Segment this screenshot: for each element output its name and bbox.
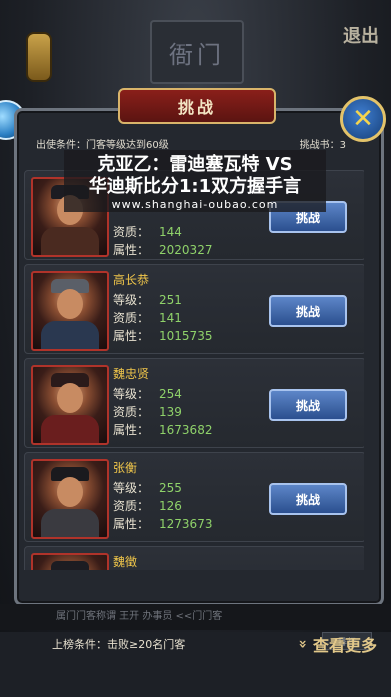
challenge-book-count: 挑战书：3 xyxy=(299,140,346,151)
view-more-button[interactable]: » 查看更多 xyxy=(294,632,377,656)
opponent-name: 张衡 xyxy=(113,461,138,475)
challenge-button[interactable]: 挑战 xyxy=(269,389,347,421)
level-row: 等级： 251 xyxy=(113,293,182,307)
opponent-portrait xyxy=(31,459,109,539)
close-icon: ✕ xyxy=(352,104,374,134)
opponent-name: 魏忠贤 xyxy=(113,367,150,381)
close-button[interactable]: ✕ xyxy=(340,96,386,142)
opponent-list[interactable]: 资质： 144 属性： 2020327 挑战 高长恭 等级： 251 资质： 141 属… xyxy=(24,160,364,570)
aptitude-row: 资质： 139 xyxy=(113,405,182,419)
opponent-portrait xyxy=(31,365,109,445)
exit-button[interactable]: 退出 xyxy=(343,22,379,48)
watermark-line2: 华迪斯比分1:1双方握手言 xyxy=(88,176,302,197)
watermark-overlay: 克亚乙：雷迪塞瓦特 VS 华迪斯比分1:1双方握手言 www.shanghai-… xyxy=(64,150,326,212)
level-row: 等级： 255 xyxy=(113,481,182,495)
opponent-card: 张衡 等级： 255 资质： 126 属性： 1273673 挑战 xyxy=(24,452,364,542)
pendant-icon[interactable] xyxy=(26,32,52,82)
view-more-label: 查看更多 xyxy=(312,636,377,655)
watermark-line1: 克亚乙：雷迪塞瓦特 VS xyxy=(97,154,293,175)
panel-title: 挑战 xyxy=(118,88,276,124)
aptitude-row: 资质： 144 xyxy=(113,225,182,239)
attribute-row: 属性： 1015735 xyxy=(113,329,213,343)
opponent-card: 魏徵 xyxy=(24,546,364,570)
aptitude-row: 资质： 126 xyxy=(113,499,182,513)
opponent-portrait xyxy=(31,553,109,570)
chevron-down-icon: » xyxy=(294,639,311,649)
unlock-condition: 上榜条件：击败≥20名门客 xyxy=(52,638,186,651)
condition-row: 出使条件：门客等级达到60级 挑战书：3 xyxy=(36,136,346,151)
opponent-card: 魏忠贤 等级： 254 资质： 139 属性： 1673682 挑战 xyxy=(24,358,364,448)
opponent-portrait xyxy=(31,271,109,351)
opponent-card: 高长恭 等级： 251 资质： 141 属性： 1015735 挑战 xyxy=(24,264,364,354)
watermark-url: www.shanghai-oubao.com xyxy=(111,198,279,211)
opponent-name: 高长恭 xyxy=(113,273,150,287)
challenge-button[interactable]: 挑战 xyxy=(269,483,347,515)
attribute-row: 属性： 1273673 xyxy=(113,517,213,531)
attribute-row: 属性： 1673682 xyxy=(113,423,213,437)
opponent-name: 魏徵 xyxy=(113,555,138,569)
yamen-sign: 衙门 xyxy=(150,20,244,84)
challenge-button[interactable]: 挑战 xyxy=(269,295,347,327)
attribute-row: 属性： 2020327 xyxy=(113,243,213,257)
level-row: 等级： 254 xyxy=(113,387,182,401)
bottom-strip: 属门门客称谓 王开 办事员 <<门门客 xyxy=(0,604,391,630)
aptitude-row: 资质： 141 xyxy=(113,311,182,325)
